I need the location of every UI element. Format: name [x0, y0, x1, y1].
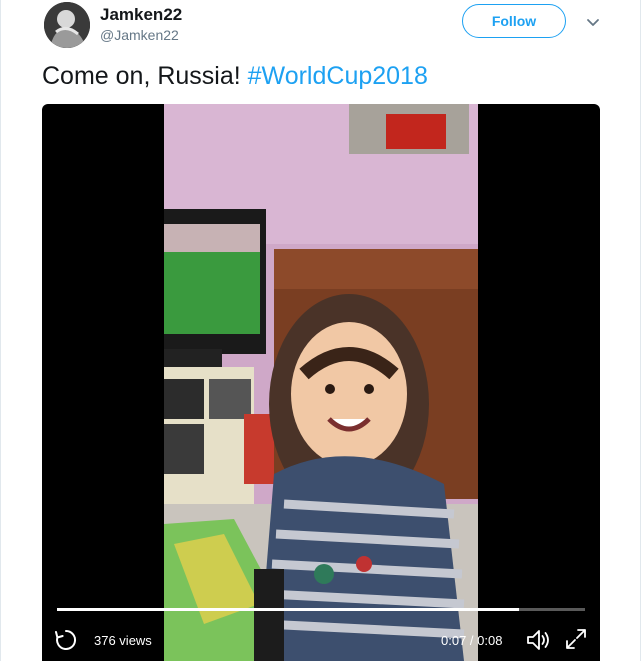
display-name[interactable]: Jamken22 — [100, 5, 182, 25]
left-divider — [0, 0, 1, 661]
view-count: 376 views — [94, 633, 152, 648]
tweet-text: Come on, Russia! #WorldCup2018 — [42, 62, 428, 91]
user-handle[interactable]: @Jamken22 — [100, 27, 179, 43]
fullscreen-icon[interactable] — [564, 627, 588, 651]
video-progress-bar[interactable] — [57, 608, 585, 611]
hashtag-link[interactable]: #WorldCup2018 — [248, 62, 428, 90]
tweet-text-body: Come on, Russia! — [42, 62, 241, 90]
video-player[interactable]: 376 views 0:07 / 0:08 — [42, 104, 600, 661]
replay-icon[interactable] — [54, 628, 78, 652]
video-frame — [164, 104, 478, 661]
right-divider — [640, 0, 641, 661]
video-time: 0:07 / 0:08 — [441, 633, 503, 648]
video-progress-fill — [57, 608, 519, 611]
volume-icon[interactable] — [525, 627, 551, 653]
chevron-down-icon[interactable] — [584, 14, 602, 32]
follow-button[interactable]: Follow — [462, 4, 566, 38]
avatar[interactable] — [44, 2, 90, 48]
